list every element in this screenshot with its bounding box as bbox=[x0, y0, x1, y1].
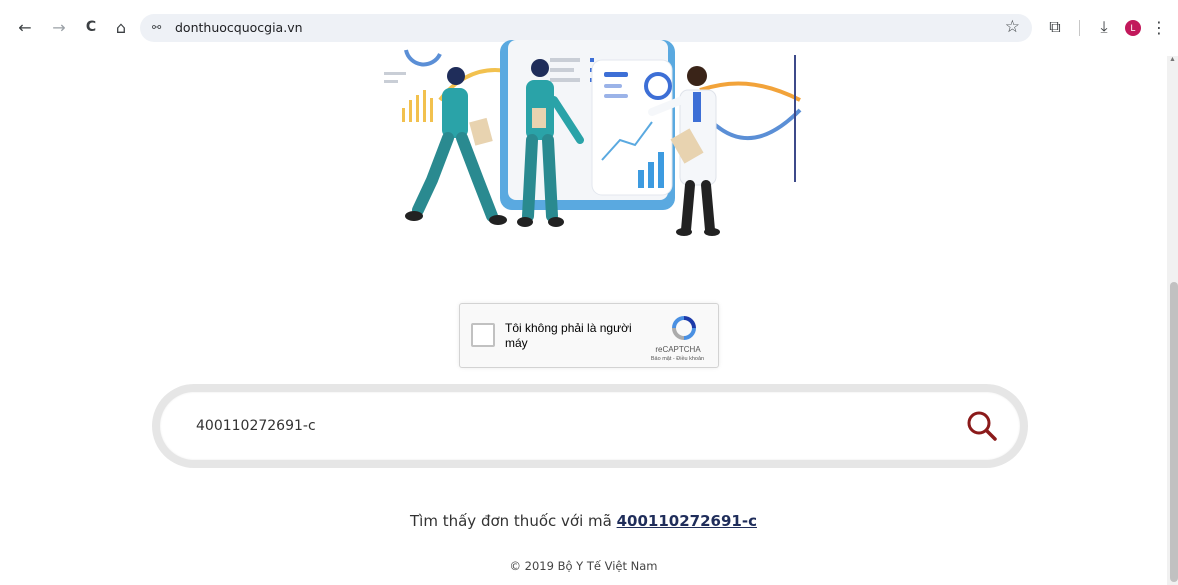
recaptcha-logo-icon bbox=[672, 316, 696, 340]
search-icon[interactable] bbox=[964, 408, 1000, 444]
address-bar[interactable]: ⚯ donthuocquocgia.vn ☆ bbox=[140, 14, 1032, 42]
url-text[interactable]: donthuocquocgia.vn bbox=[175, 20, 303, 35]
reload-icon[interactable]: C bbox=[80, 16, 102, 38]
result-prefix: Tìm thấy đơn thuốc với mã bbox=[410, 512, 612, 530]
bookmark-star-icon[interactable]: ☆ bbox=[1005, 17, 1020, 37]
doctors-illustration bbox=[384, 40, 802, 236]
recaptcha-label: Tôi không phải là người máy bbox=[505, 321, 632, 350]
forward-icon[interactable]: → bbox=[48, 16, 70, 38]
copyright-footer: © 2019 Bộ Y Tế Việt Nam bbox=[509, 559, 658, 573]
extensions-icon[interactable]: ⧉ bbox=[1044, 16, 1066, 38]
recaptcha-widget: Tôi không phải là người máy reCAPTCHA Bả… bbox=[459, 303, 719, 368]
recaptcha-checkbox[interactable] bbox=[471, 323, 495, 347]
download-icon[interactable]: ⤓ bbox=[1093, 16, 1115, 38]
scrollbar-thumb[interactable] bbox=[1170, 282, 1178, 582]
prescription-code-link[interactable]: 400110272691-c bbox=[617, 512, 757, 530]
menu-icon[interactable]: ⋮ bbox=[1151, 16, 1167, 38]
prescription-code-input[interactable] bbox=[196, 414, 896, 438]
recaptcha-brand: reCAPTCHA bbox=[655, 345, 701, 354]
profile-avatar[interactable]: L bbox=[1125, 20, 1141, 36]
search-field-container bbox=[160, 392, 1020, 460]
site-info-icon[interactable]: ⚯ bbox=[152, 20, 168, 36]
back-icon[interactable]: ← bbox=[14, 16, 36, 38]
search-bar bbox=[152, 384, 1028, 468]
recaptcha-links[interactable]: Bảo mật - Điều khoản bbox=[635, 356, 720, 362]
toolbar-divider bbox=[1079, 20, 1080, 36]
search-result: Tìm thấy đơn thuốc với mã 400110272691-c bbox=[0, 512, 1167, 530]
scroll-up-arrow-icon[interactable]: ▲ bbox=[1169, 56, 1177, 64]
home-icon[interactable]: ⌂ bbox=[110, 16, 132, 38]
